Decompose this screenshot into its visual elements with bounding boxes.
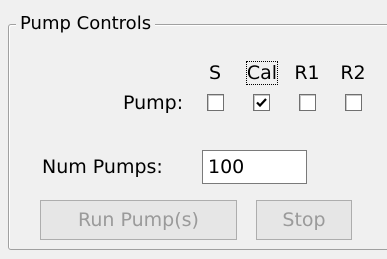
num-pumps-label: Num Pumps: <box>42 156 163 178</box>
checkmark-icon <box>256 98 267 108</box>
run-pumps-button[interactable]: Run Pump(s) <box>40 200 237 240</box>
column-label-r1: R1 <box>294 62 320 84</box>
column-label-r2: R2 <box>340 62 366 84</box>
num-pumps-input[interactable]: 100 <box>202 150 307 184</box>
column-label-cal: Cal <box>245 61 279 85</box>
pump-row-label: Pump: <box>123 92 184 114</box>
pump-checkbox-cal[interactable] <box>253 94 270 111</box>
pump-checkbox-r2[interactable] <box>345 94 362 111</box>
pump-checkbox-s[interactable] <box>207 94 224 111</box>
group-title: Pump Controls <box>16 12 156 36</box>
pump-checkbox-r1[interactable] <box>299 94 316 111</box>
stop-button[interactable]: Stop <box>256 200 352 240</box>
column-label-s: S <box>208 62 222 84</box>
